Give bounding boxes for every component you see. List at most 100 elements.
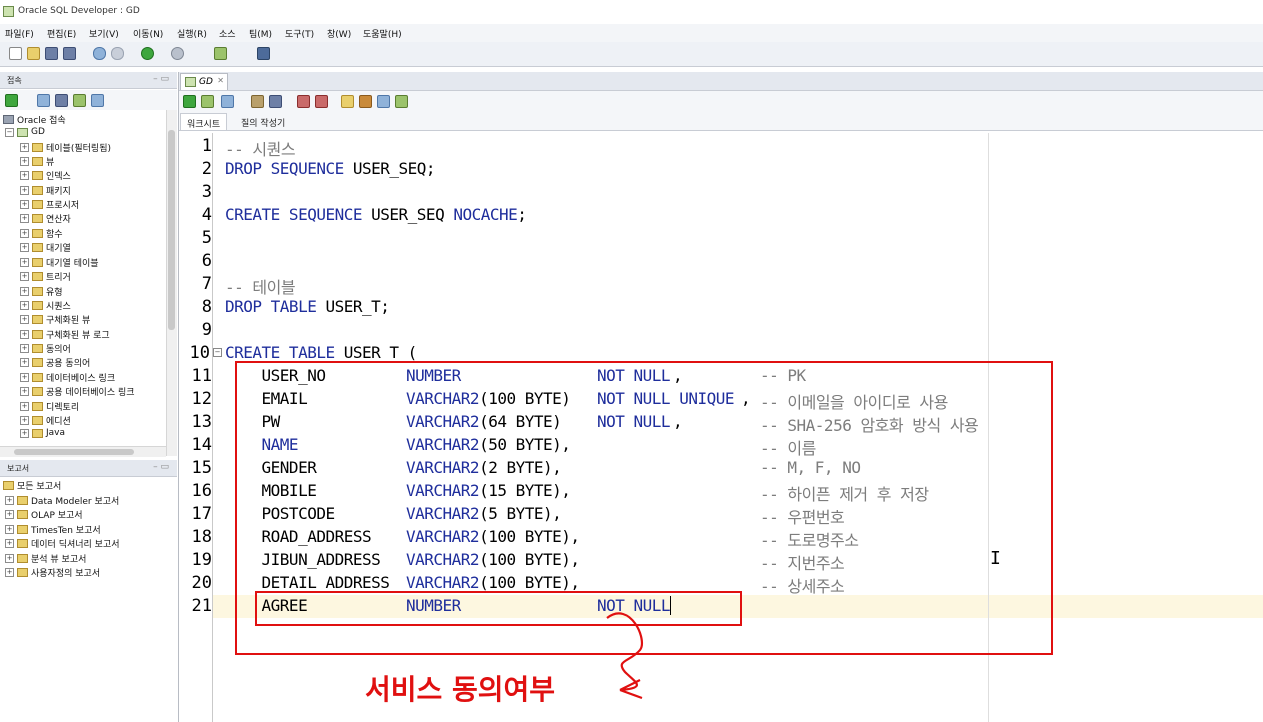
tree-item[interactable]: + 시퀀스 bbox=[20, 299, 71, 313]
undo-icon[interactable] bbox=[93, 47, 106, 60]
open-folder-icon[interactable] bbox=[27, 47, 40, 60]
expand-toggle-icon[interactable]: + bbox=[20, 229, 29, 238]
panel-minimize-icon[interactable]: – ▭ bbox=[153, 74, 169, 84]
tree-item[interactable]: + Java bbox=[20, 428, 65, 442]
tree-item[interactable]: + 패키지 bbox=[20, 184, 71, 198]
connections-horizontal-scrollbar[interactable] bbox=[0, 446, 166, 457]
menu-window[interactable]: 창(W) bbox=[327, 27, 351, 40]
tree-root-reports[interactable]: 모든 보고서 bbox=[3, 479, 61, 493]
menu-edit[interactable]: 편집(E) bbox=[47, 27, 76, 40]
collapse-icon[interactable] bbox=[91, 94, 104, 107]
history-icon[interactable] bbox=[377, 95, 390, 108]
back-icon[interactable] bbox=[141, 47, 154, 60]
expand-toggle-icon[interactable]: + bbox=[20, 200, 29, 209]
tree-item[interactable]: + 구체화된 뷰 bbox=[20, 313, 90, 327]
tree-item[interactable]: + 테이블(필터링됨) bbox=[20, 141, 111, 155]
tree-item[interactable]: + 트리거 bbox=[20, 270, 71, 284]
expand-toggle-icon[interactable]: + bbox=[20, 330, 29, 339]
panel-minimize-icon[interactable]: – ▭ bbox=[153, 462, 169, 472]
explain-plan-icon[interactable] bbox=[269, 95, 282, 108]
expand-toggle-icon[interactable]: + bbox=[20, 287, 29, 296]
add-connection-icon[interactable] bbox=[5, 94, 18, 107]
menu-team[interactable]: 팀(M) bbox=[249, 27, 272, 40]
expand-toggle-icon[interactable]: + bbox=[20, 143, 29, 152]
expand-toggle-icon[interactable]: + bbox=[20, 402, 29, 411]
format-icon[interactable] bbox=[341, 95, 354, 108]
menu-navigate[interactable]: 이동(N) bbox=[133, 27, 163, 40]
expand-toggle-icon[interactable]: + bbox=[20, 157, 29, 166]
commit-icon[interactable] bbox=[221, 95, 234, 108]
tree-item[interactable]: + 사용자정의 보고서 bbox=[5, 566, 100, 580]
pencil-icon[interactable] bbox=[359, 95, 372, 108]
new-file-icon[interactable] bbox=[9, 47, 22, 60]
menu-file[interactable]: 파일(F) bbox=[5, 27, 34, 40]
spell-check-icon[interactable] bbox=[395, 95, 408, 108]
rollback-icon[interactable] bbox=[251, 95, 264, 108]
clear-icon[interactable] bbox=[315, 95, 328, 108]
menu-help[interactable]: 도움말(H) bbox=[363, 27, 402, 40]
collapse-toggle-icon[interactable]: − bbox=[5, 127, 14, 137]
expand-toggle-icon[interactable]: + bbox=[20, 186, 29, 195]
expand-toggle-icon[interactable]: + bbox=[20, 272, 29, 281]
tree-item[interactable]: + 에디션 bbox=[20, 414, 71, 428]
tree-item[interactable]: + 연산자 bbox=[20, 212, 71, 226]
save-icon[interactable] bbox=[45, 47, 58, 60]
sql-worksheet-icon[interactable] bbox=[214, 47, 227, 60]
tree-item[interactable]: + 대기열 bbox=[20, 241, 71, 255]
tree-item[interactable]: + 디렉토리 bbox=[20, 400, 79, 414]
filter-icon[interactable] bbox=[55, 94, 68, 107]
tree-item[interactable]: + 프로시저 bbox=[20, 198, 79, 212]
expand-toggle-icon[interactable]: + bbox=[20, 344, 29, 353]
expand-toggle-icon[interactable]: + bbox=[20, 243, 29, 252]
close-tab-icon[interactable]: ✕ bbox=[217, 76, 224, 85]
tree-item[interactable]: + 대기열 테이블 bbox=[20, 256, 99, 270]
expand-toggle-icon[interactable]: + bbox=[20, 258, 29, 267]
tree-item[interactable]: + 함수 bbox=[20, 227, 63, 241]
expand-toggle-icon[interactable]: + bbox=[20, 416, 29, 425]
expand-toggle-icon[interactable]: + bbox=[20, 428, 29, 438]
tree-item[interactable]: + 공용 동의어 bbox=[20, 356, 90, 370]
expand-toggle-icon[interactable]: + bbox=[5, 496, 14, 505]
tree-item[interactable]: + 동의어 bbox=[20, 342, 71, 356]
tree-item[interactable]: + 인덱스 bbox=[20, 169, 71, 183]
expand-toggle-icon[interactable]: + bbox=[20, 315, 29, 324]
tree-item[interactable]: + 공용 데이터베이스 링크 bbox=[20, 385, 135, 399]
tree-item[interactable]: + 데이터베이스 링크 bbox=[20, 371, 115, 385]
expand-toggle-icon[interactable]: + bbox=[5, 525, 14, 534]
autotrace-icon[interactable] bbox=[297, 95, 310, 108]
expand-toggle-icon[interactable]: + bbox=[5, 510, 14, 519]
fold-toggle-icon[interactable]: − bbox=[213, 348, 222, 357]
refresh-icon[interactable] bbox=[37, 94, 50, 107]
tree-item[interactable]: + 유형 bbox=[20, 285, 63, 299]
save-all-icon[interactable] bbox=[63, 47, 76, 60]
tab-query-builder[interactable]: 질의 작성기 bbox=[235, 113, 291, 130]
tree-item[interactable]: + 분석 뷰 보고서 bbox=[5, 552, 86, 566]
tree-item[interactable]: + 뷰 bbox=[20, 155, 54, 169]
editor-tab-gd[interactable]: GD ✕ bbox=[180, 73, 228, 90]
expand-toggle-icon[interactable]: + bbox=[20, 214, 29, 223]
expand-toggle-icon[interactable]: + bbox=[5, 539, 14, 548]
scrollbar-thumb[interactable] bbox=[14, 449, 134, 455]
run-statement-icon[interactable] bbox=[183, 95, 196, 108]
menu-tools[interactable]: 도구(T) bbox=[285, 27, 314, 40]
redo-icon[interactable] bbox=[111, 47, 124, 60]
tree-root-oracle[interactable]: Oracle 접속 bbox=[3, 113, 66, 127]
menu-source[interactable]: 소스 bbox=[219, 27, 236, 40]
binoculars-icon[interactable] bbox=[257, 47, 270, 60]
run-script-icon[interactable] bbox=[201, 95, 214, 108]
tree-item[interactable]: + OLAP 보고서 bbox=[5, 508, 83, 522]
tree-item[interactable]: + 구체화된 뷰 로그 bbox=[20, 328, 110, 342]
expand-toggle-icon[interactable]: + bbox=[5, 568, 14, 577]
expand-toggle-icon[interactable]: + bbox=[20, 171, 29, 180]
expand-toggle-icon[interactable]: + bbox=[20, 387, 29, 396]
scrollbar-thumb[interactable] bbox=[168, 130, 175, 330]
menu-run[interactable]: 실행(R) bbox=[177, 27, 207, 40]
schema-browser-icon[interactable] bbox=[73, 94, 86, 107]
connections-vertical-scrollbar[interactable] bbox=[166, 110, 177, 456]
expand-toggle-icon[interactable]: + bbox=[20, 373, 29, 382]
menu-view[interactable]: 보기(V) bbox=[89, 27, 119, 40]
tree-item[interactable]: + TimesTen 보고서 bbox=[5, 523, 101, 537]
tree-item[interactable]: + 데이터 딕셔너리 보고서 bbox=[5, 537, 120, 551]
tab-worksheet[interactable]: 워크시트 bbox=[180, 113, 228, 130]
tree-connection-gd[interactable]: − GD bbox=[5, 127, 45, 141]
